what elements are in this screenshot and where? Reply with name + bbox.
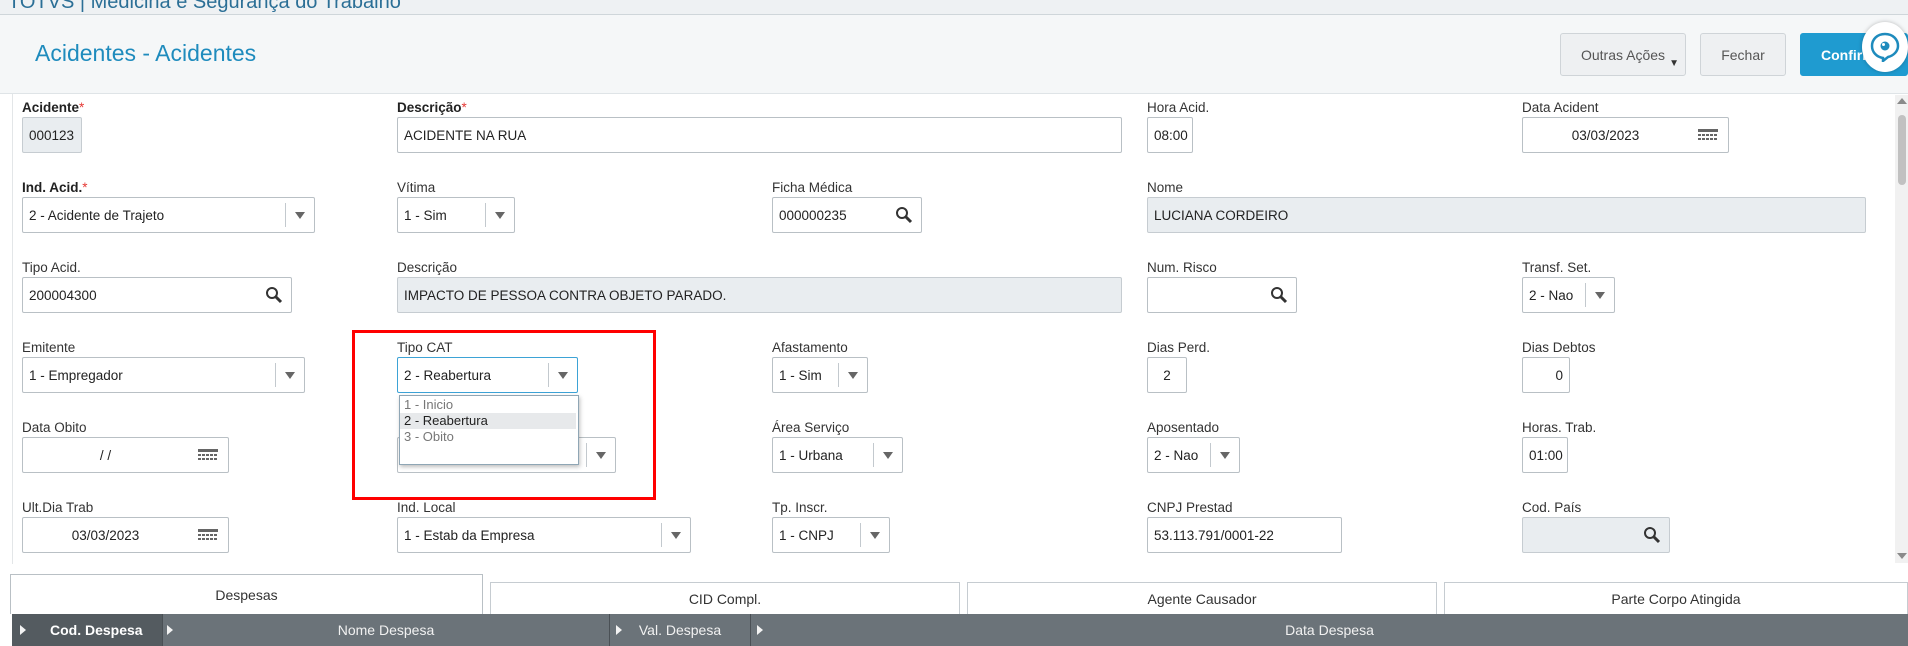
grid-col-data-despesa-label: Data Despesa — [1285, 622, 1374, 638]
acidente-field[interactable]: 000123 — [22, 117, 82, 153]
tab-agente-causador[interactable]: Agente Causador — [967, 582, 1437, 614]
area-servico-select[interactable]: 1 - Urbana — [772, 437, 903, 473]
acidente-label: Acidente* — [22, 100, 85, 115]
app-bar: TOTVS | Medicina e Segurança do Trabalho — [0, 0, 1908, 15]
tipo-acid-label: Tipo Acid. — [22, 260, 81, 275]
chevron-down-icon[interactable] — [1585, 283, 1614, 307]
hora-acid-field[interactable]: 08:00 — [1147, 117, 1193, 153]
search-icon[interactable] — [895, 206, 913, 224]
chevron-down-icon[interactable] — [860, 523, 889, 547]
aposentado-select[interactable]: 2 - Nao — [1147, 437, 1240, 473]
afastamento-select[interactable]: 1 - Sim — [772, 357, 868, 393]
column-arrow-icon — [167, 625, 173, 635]
search-icon[interactable] — [265, 286, 283, 304]
grid-col-nome-despesa[interactable]: Nome Despesa — [163, 614, 609, 646]
data-acident-value: 03/03/2023 — [1571, 127, 1640, 143]
search-icon[interactable] — [1270, 286, 1288, 304]
emitente-label: Emitente — [22, 340, 76, 355]
data-acident-label: Data Acident — [1522, 100, 1599, 115]
column-arrow-icon — [757, 625, 763, 635]
tab-cid-compl[interactable]: CID Compl. — [490, 582, 960, 614]
search-icon[interactable] — [1643, 526, 1661, 544]
afastamento-label: Afastamento — [772, 340, 848, 355]
scroll-up-icon[interactable] — [1897, 98, 1907, 104]
tp-inscr-label: Tp. Inscr. — [772, 500, 828, 515]
vitima-label: Vítima — [397, 180, 436, 195]
descricao-label: Descrição* — [397, 100, 467, 115]
form-panel — [12, 94, 1895, 564]
calendar-icon[interactable] — [198, 529, 218, 542]
calendar-icon[interactable] — [198, 449, 218, 462]
cod-pais-field[interactable] — [1522, 517, 1670, 553]
transf-set-label: Transf. Set. — [1522, 260, 1592, 275]
area-servico-label: Área Serviço — [772, 420, 850, 435]
descricao2-field[interactable]: IMPACTO DE PESSOA CONTRA OBJETO PARADO. — [397, 277, 1122, 313]
dias-perd-label: Dias Perd. — [1147, 340, 1211, 355]
nome-label: Nome — [1147, 180, 1184, 195]
cnpj-prestad-field[interactable]: 53.113.791/0001-22 — [1147, 517, 1342, 553]
grid-header: Cod. Despesa Nome Despesa Val. Despesa D… — [12, 614, 1908, 646]
hora-acid-label: Hora Acid. — [1147, 100, 1210, 115]
horas-trab-field[interactable]: 01:00 — [1522, 437, 1568, 473]
data-obito-label: Data Obito — [22, 420, 87, 435]
grid-col-cod-despesa[interactable]: Cod. Despesa — [12, 614, 162, 646]
chevron-down-icon[interactable] — [1210, 443, 1239, 467]
chevron-down-icon[interactable] — [275, 363, 304, 387]
dias-perd-field[interactable]: 2 — [1147, 357, 1187, 393]
chevron-down-icon[interactable] — [873, 443, 902, 467]
ult-dia-trab-field[interactable]: 03/03/2023 — [22, 517, 229, 553]
ind-local-label: Ind. Local — [397, 500, 456, 515]
data-obito-value: / / — [99, 447, 112, 463]
cnpj-prestad-label: CNPJ Prestad — [1147, 500, 1233, 515]
data-obito-field[interactable]: / / — [22, 437, 229, 473]
chevron-down-icon: ▼ — [1669, 58, 1679, 69]
close-button[interactable]: Fechar — [1700, 33, 1786, 76]
chevron-down-icon[interactable] — [485, 203, 514, 227]
other-actions-label: Outras Ações — [1580, 46, 1666, 63]
nome-field[interactable]: LUCIANA CORDEIRO — [1147, 197, 1866, 233]
chevron-down-icon[interactable] — [661, 523, 690, 547]
aposentado-label: Aposentado — [1147, 420, 1220, 435]
num-risco-field[interactable] — [1147, 277, 1297, 313]
emitente-select[interactable]: 1 - Empregador — [22, 357, 305, 393]
ind-acid-select[interactable]: 2 - Acidente de Trajeto — [22, 197, 315, 233]
calendar-icon[interactable] — [1698, 129, 1718, 142]
ult-dia-trab-value: 03/03/2023 — [71, 527, 140, 543]
column-arrow-icon — [20, 625, 26, 635]
cod-pais-label: Cod. País — [1522, 500, 1582, 515]
data-acident-field[interactable]: 03/03/2023 — [1522, 117, 1729, 153]
page-title: Acidentes - Acidentes — [35, 40, 257, 66]
help-chat-icon[interactable] — [1862, 22, 1908, 72]
tp-inscr-select[interactable]: 1 - CNPJ — [772, 517, 890, 553]
ind-acid-label: Ind. Acid.* — [22, 180, 88, 195]
tipo-acid-field[interactable]: 200004300 — [22, 277, 292, 313]
ficha-medica-field[interactable]: 000000235 — [772, 197, 922, 233]
other-actions-button[interactable]: Outras Ações ▼ — [1560, 33, 1686, 76]
ult-dia-trab-label: Ult.Dia Trab — [22, 500, 94, 515]
ind-local-select[interactable]: 1 - Estab da Empresa — [397, 517, 691, 553]
grid-col-cod-despesa-label: Cod. Despesa — [50, 622, 143, 638]
horas-trab-label: Horas. Trab. — [1522, 420, 1597, 435]
tab-parte-corpo-atingida[interactable]: Parte Corpo Atingida — [1444, 582, 1908, 614]
column-arrow-icon — [616, 625, 622, 635]
descricao-field[interactable]: ACIDENTE NA RUA — [397, 117, 1122, 153]
chevron-down-icon[interactable] — [285, 203, 314, 227]
tab-despesas[interactable]: Despesas — [10, 574, 483, 614]
grid-col-val-despesa[interactable]: Val. Despesa — [610, 614, 750, 646]
vitima-select[interactable]: 1 - Sim — [397, 197, 515, 233]
descricao2-label: Descrição — [397, 260, 458, 275]
dias-debtos-label: Dias Debtos — [1522, 340, 1596, 355]
highlight-annotation — [352, 330, 656, 500]
transf-set-select[interactable]: 2 - Nao — [1522, 277, 1615, 313]
ficha-medica-label: Ficha Médica — [772, 180, 853, 195]
grid-col-val-despesa-label: Val. Despesa — [638, 622, 722, 638]
num-risco-label: Num. Risco — [1147, 260, 1217, 275]
app-title: TOTVS | Medicina e Segurança do Trabalho — [8, 0, 401, 13]
chevron-down-icon[interactable] — [838, 363, 867, 387]
dias-debtos-field[interactable]: 0 — [1522, 357, 1570, 393]
scroll-down-icon[interactable] — [1897, 553, 1907, 559]
scrollbar-thumb[interactable] — [1898, 115, 1906, 185]
grid-col-data-despesa[interactable]: Data Despesa — [751, 614, 1908, 646]
grid-col-nome-despesa-label: Nome Despesa — [337, 622, 435, 638]
